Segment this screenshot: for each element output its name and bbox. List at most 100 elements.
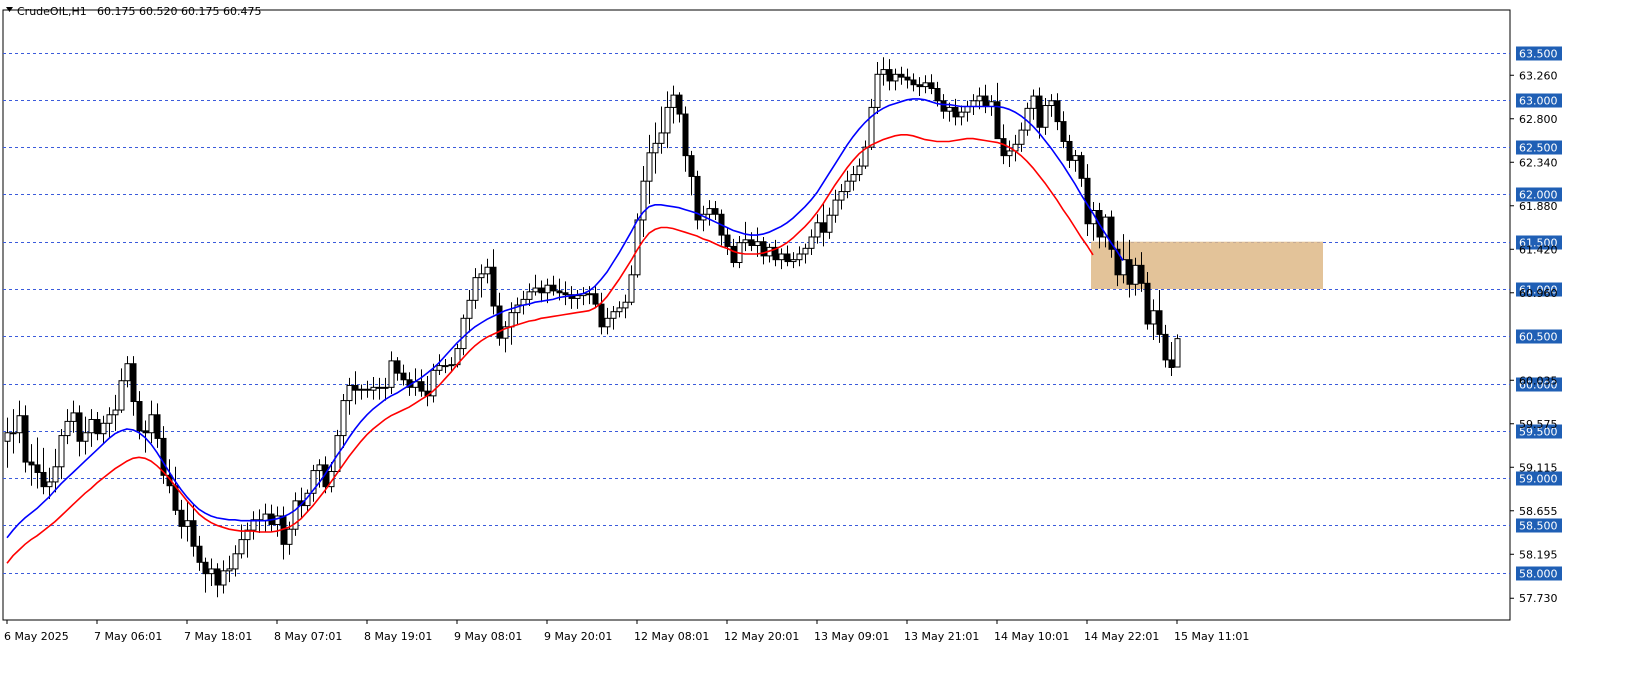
- candle: [814, 214, 821, 244]
- candle: [346, 377, 353, 415]
- candle-body: [562, 292, 569, 296]
- candle-body: [1078, 155, 1085, 179]
- candle: [694, 170, 701, 230]
- candle-body: [376, 386, 383, 389]
- candle-body: [178, 509, 185, 527]
- candle: [88, 409, 95, 447]
- candle-body: [556, 290, 563, 294]
- candle: [550, 275, 557, 296]
- candle-body: [184, 520, 191, 527]
- candle: [1150, 299, 1157, 341]
- candle-body: [604, 317, 611, 328]
- candle-body: [1060, 121, 1067, 142]
- candle-body: [724, 234, 731, 247]
- candle-body: [418, 381, 425, 392]
- candle: [112, 394, 119, 431]
- candle: [130, 356, 137, 416]
- candle-body: [952, 106, 959, 118]
- candle: [1072, 149, 1079, 172]
- candle: [82, 416, 89, 455]
- candle-body: [382, 386, 389, 389]
- candle: [424, 376, 431, 407]
- candle: [1162, 324, 1169, 368]
- candle-body: [1036, 95, 1043, 128]
- candle: [148, 400, 155, 444]
- candle: [520, 290, 527, 315]
- candle-body: [946, 106, 953, 112]
- candle: [184, 500, 191, 542]
- y-tick-label: 60.035: [1519, 374, 1558, 387]
- candle: [1060, 111, 1067, 149]
- candle: [922, 75, 929, 94]
- candle: [100, 415, 107, 445]
- candle: [862, 140, 869, 169]
- candle-body: [82, 432, 89, 442]
- candle-body: [466, 299, 473, 319]
- candle-body: [1132, 264, 1139, 285]
- candle: [340, 393, 347, 448]
- candle: [178, 499, 185, 539]
- time-axis[interactable]: 6 May 2025 7 May 06:01 7 May 18:01 8 May 07…: [4, 620, 1249, 643]
- candle: [34, 437, 41, 489]
- candle-body: [802, 247, 809, 255]
- candle-body: [148, 414, 155, 434]
- candle-body: [52, 466, 59, 483]
- candle-body: [592, 293, 599, 305]
- candle: [1066, 134, 1073, 168]
- candle: [850, 166, 857, 191]
- y-tick-label: 59.575: [1519, 418, 1558, 431]
- candle-body: [214, 568, 221, 586]
- candle: [766, 243, 773, 263]
- candle: [760, 236, 767, 265]
- price-chart[interactable]: 63.50063.00062.50062.00061.50061.00060.5…: [0, 0, 1651, 682]
- candle-body: [808, 236, 815, 249]
- candle-body: [1042, 105, 1049, 128]
- candle: [232, 545, 239, 577]
- candle-body: [928, 82, 935, 89]
- candle-body: [856, 165, 863, 176]
- candle: [64, 409, 71, 445]
- candle: [988, 95, 995, 116]
- candle-body: [316, 464, 323, 472]
- y-tick-label: 58.655: [1519, 505, 1558, 518]
- candle-body: [622, 301, 629, 309]
- candle: [514, 297, 521, 324]
- candle: [154, 403, 161, 448]
- candle: [802, 243, 809, 264]
- candle-body: [748, 239, 755, 246]
- candle-body: [1168, 359, 1175, 368]
- candle-body: [628, 274, 635, 303]
- x-tick-label: 13 May 21:01: [904, 630, 979, 643]
- candle-body: [688, 155, 695, 177]
- candle: [226, 555, 233, 583]
- candle: [196, 535, 203, 571]
- candle-body: [10, 432, 17, 435]
- candle: [628, 265, 635, 306]
- candle-body: [730, 245, 737, 264]
- candle-body: [436, 365, 443, 371]
- candle-body: [910, 79, 917, 86]
- candle-body: [358, 388, 365, 391]
- candle: [898, 66, 905, 85]
- candle: [376, 377, 383, 400]
- candle: [916, 77, 923, 97]
- candle: [262, 503, 269, 533]
- candle: [4, 417, 11, 468]
- level-badge-label: 58.000: [1519, 568, 1558, 581]
- candle: [364, 380, 371, 398]
- candle: [754, 227, 761, 257]
- candle-body: [34, 464, 41, 473]
- price-axis[interactable]: 63.50063.00062.50062.00061.50061.00060.5…: [1510, 46, 1562, 606]
- candle: [1054, 93, 1061, 131]
- candle: [274, 506, 281, 537]
- candle-body: [1066, 140, 1073, 161]
- candle: [238, 524, 245, 559]
- candle-layer: [4, 57, 1181, 598]
- x-tick-label: 14 May 10:01: [994, 630, 1069, 643]
- candle: [442, 358, 449, 374]
- candle: [712, 201, 719, 220]
- candle: [778, 248, 785, 270]
- candle: [70, 400, 77, 433]
- candle: [730, 238, 737, 268]
- candle-body: [94, 419, 101, 435]
